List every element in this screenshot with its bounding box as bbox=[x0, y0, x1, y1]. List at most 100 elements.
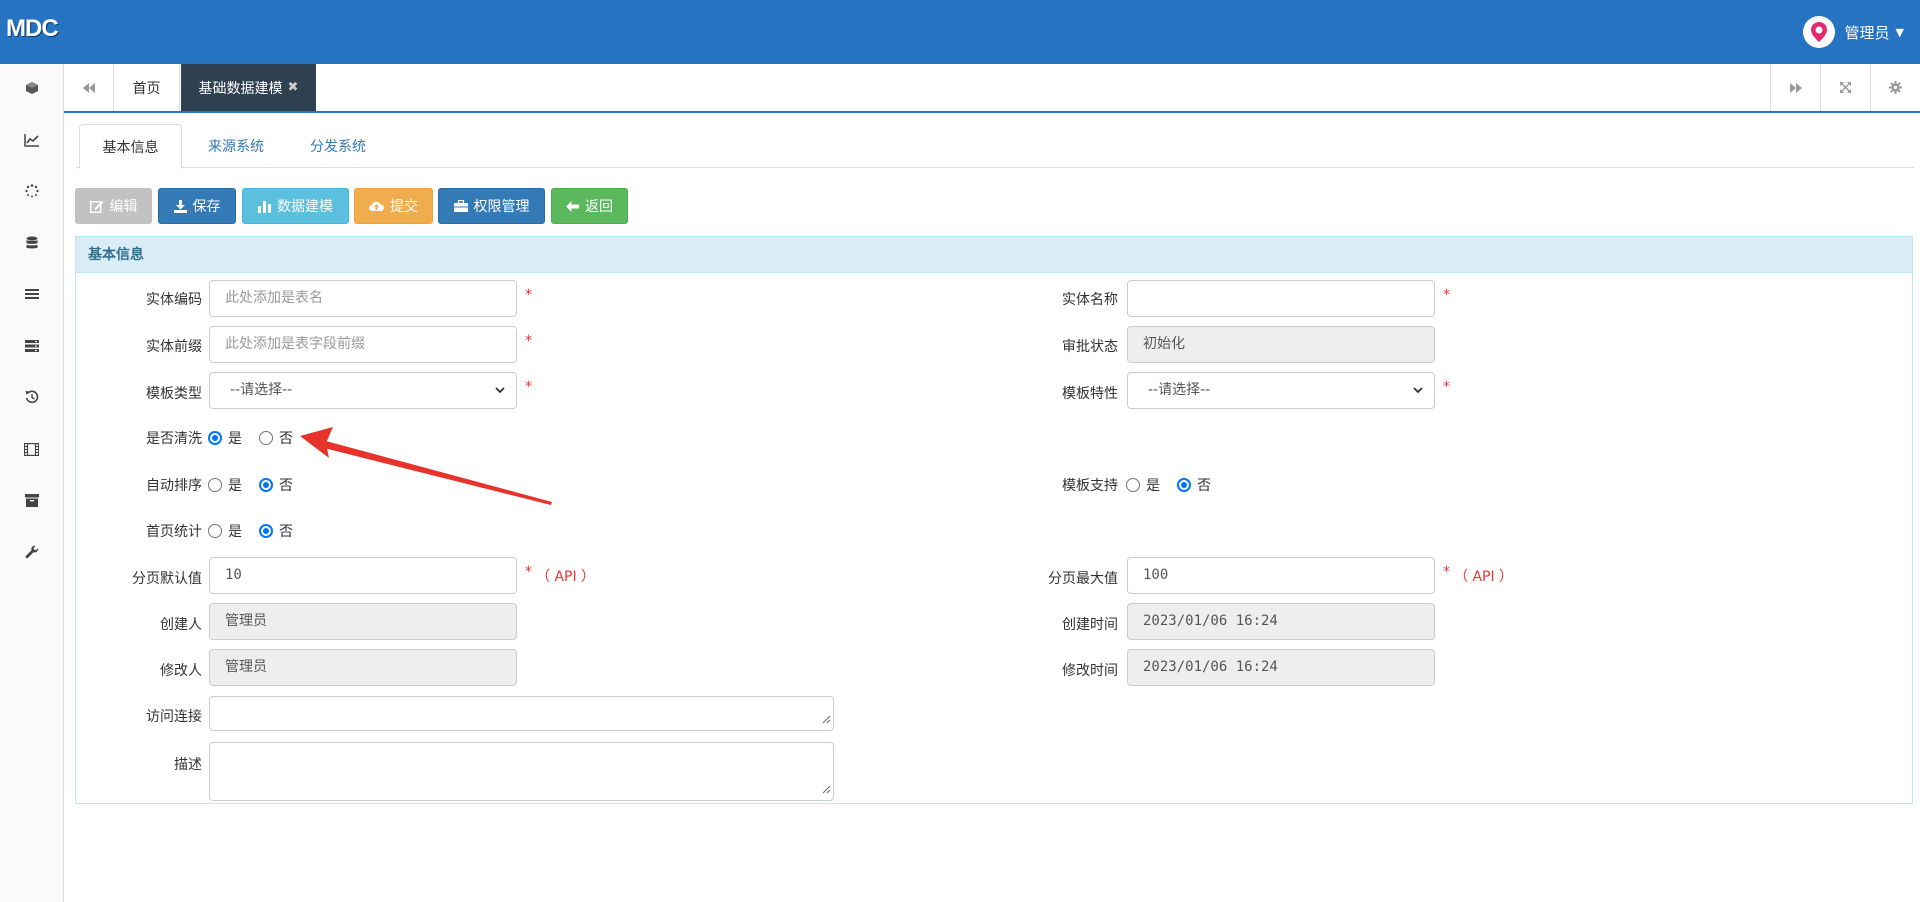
save-button[interactable]: 保存 bbox=[158, 188, 236, 224]
radio-selected[interactable] bbox=[259, 478, 273, 492]
tab-scroll-right-button[interactable] bbox=[1770, 64, 1820, 111]
auto-sort-yes-option[interactable]: 是 bbox=[208, 475, 242, 495]
film-icon bbox=[24, 442, 39, 456]
template-support-no-option[interactable]: 否 bbox=[1177, 475, 1211, 495]
radio-selected[interactable] bbox=[259, 524, 273, 538]
user-menu[interactable]: 管理员 ▼ bbox=[1802, 16, 1904, 48]
settings-button[interactable] bbox=[1870, 64, 1920, 111]
tab-basic-data-modeling[interactable]: 基础数据建模 ✖ bbox=[181, 64, 316, 111]
template-support-radio-group: 是 否 bbox=[1126, 475, 1228, 495]
tab-source-system[interactable]: 来源系统 bbox=[186, 124, 286, 168]
page-max-input[interactable]: 100 bbox=[1127, 557, 1435, 594]
sidebar-item-database[interactable] bbox=[0, 223, 63, 263]
sidebar-item-film[interactable] bbox=[0, 429, 63, 469]
template-support-yes-option[interactable]: 是 bbox=[1126, 475, 1160, 495]
tab-basic-info[interactable]: 基本信息 bbox=[79, 124, 182, 169]
template-type-select[interactable]: --请选择-- bbox=[209, 372, 517, 409]
backward-icon bbox=[82, 82, 95, 93]
arrow-left-icon bbox=[566, 200, 579, 212]
home-stats-no-option[interactable]: 否 bbox=[259, 521, 293, 541]
sidebar-item-list[interactable] bbox=[0, 274, 63, 314]
cleanse-no-option[interactable]: 否 bbox=[259, 428, 293, 448]
avatar bbox=[1802, 16, 1835, 48]
home-stats-radio-group: 是 否 bbox=[208, 521, 310, 541]
template-feature-label: 模板特性 bbox=[1062, 386, 1118, 402]
modifier-field: 管理员 bbox=[209, 649, 517, 686]
tab-label: 基础数据建模 bbox=[198, 80, 283, 97]
sidebar-item-wrench[interactable] bbox=[0, 532, 63, 572]
home-stats-label: 首页统计 bbox=[146, 524, 202, 540]
list-icon bbox=[24, 289, 39, 299]
creator-field: 管理员 bbox=[209, 603, 517, 640]
permission-button[interactable]: 权限管理 bbox=[438, 188, 545, 224]
template-type-label: 模板类型 bbox=[146, 386, 202, 402]
sidebar-item-chart[interactable] bbox=[0, 120, 63, 160]
entity-prefix-input[interactable]: 此处添加是表字段前缀 bbox=[209, 326, 517, 363]
home-stats-yes-option[interactable]: 是 bbox=[208, 521, 242, 541]
sidebar-item-spinner[interactable] bbox=[0, 171, 63, 211]
sidebar-item-cube[interactable] bbox=[0, 68, 63, 108]
auto-sort-radio-group: 是 否 bbox=[208, 475, 310, 495]
entity-code-label: 实体编码 bbox=[146, 292, 202, 308]
entity-name-input[interactable] bbox=[1127, 280, 1435, 317]
radio-selected[interactable] bbox=[1177, 478, 1191, 492]
tab-distribution-system[interactable]: 分发系统 bbox=[288, 124, 388, 168]
radio-unselected[interactable] bbox=[1126, 478, 1140, 492]
modified-time-label: 修改时间 bbox=[1062, 663, 1118, 679]
sidebar bbox=[0, 64, 64, 902]
edit-icon bbox=[89, 200, 103, 213]
spinner-icon bbox=[24, 184, 39, 198]
archive-icon bbox=[24, 493, 39, 507]
entity-code-input[interactable]: 此处添加是表名 bbox=[209, 280, 517, 317]
resize-grip-icon[interactable] bbox=[822, 712, 831, 728]
app-logo[interactable]: MDC bbox=[6, 15, 59, 43]
created-time-field: 2023/01/06 16:24 bbox=[1127, 603, 1435, 640]
approval-status-label: 审批状态 bbox=[1062, 339, 1118, 355]
required-mark: * bbox=[525, 564, 532, 580]
auto-sort-no-option[interactable]: 否 bbox=[259, 475, 293, 495]
access-link-textarea[interactable] bbox=[209, 696, 834, 731]
history-icon bbox=[25, 390, 38, 404]
close-icon[interactable]: ✖ bbox=[288, 80, 299, 95]
radio-selected[interactable] bbox=[208, 431, 222, 445]
template-feature-select[interactable]: --请选择-- bbox=[1127, 372, 1435, 409]
entity-prefix-label: 实体前缀 bbox=[146, 339, 202, 355]
page-default-label: 分页默认值 bbox=[132, 571, 202, 587]
data-modeling-button[interactable]: 数据建模 bbox=[242, 188, 349, 224]
edit-button[interactable]: 编辑 bbox=[75, 188, 152, 224]
sidebar-item-history[interactable] bbox=[0, 377, 63, 417]
required-mark: * bbox=[525, 333, 532, 349]
description-label: 描述 bbox=[174, 757, 202, 773]
radio-unselected[interactable] bbox=[208, 478, 222, 492]
chevron-down-icon bbox=[1412, 373, 1424, 422]
modified-time-field: 2023/01/06 16:24 bbox=[1127, 649, 1435, 686]
tab-home[interactable]: 首页 bbox=[114, 64, 180, 111]
page-default-input[interactable]: 10 bbox=[209, 557, 517, 594]
required-mark: * bbox=[1443, 379, 1450, 395]
back-button[interactable]: 返回 bbox=[551, 188, 628, 224]
forward-icon bbox=[1789, 82, 1802, 93]
resize-grip-icon[interactable] bbox=[822, 782, 831, 798]
page-max-label: 分页最大值 bbox=[1048, 571, 1118, 587]
cleanse-radio-group: 是 否 bbox=[208, 428, 310, 448]
required-mark: * bbox=[1443, 287, 1450, 303]
required-mark: * bbox=[525, 287, 532, 303]
submit-button[interactable]: 提交 bbox=[354, 188, 433, 224]
required-mark: * bbox=[1443, 564, 1450, 580]
cleanse-yes-option[interactable]: 是 bbox=[208, 428, 242, 448]
line-chart-icon bbox=[23, 134, 39, 147]
sidebar-item-archive[interactable] bbox=[0, 480, 63, 520]
map-pin-icon bbox=[1810, 22, 1827, 42]
radio-unselected[interactable] bbox=[259, 431, 273, 445]
page-tabs: 基本信息 来源系统 分发系统 bbox=[76, 124, 1914, 169]
template-support-label: 模板支持 bbox=[1062, 478, 1118, 494]
expand-icon bbox=[1840, 82, 1851, 93]
description-textarea[interactable] bbox=[209, 742, 834, 801]
cube-icon bbox=[25, 82, 38, 94]
tab-scroll-left-button[interactable] bbox=[64, 64, 114, 111]
fullscreen-button[interactable] bbox=[1820, 64, 1870, 111]
radio-unselected[interactable] bbox=[208, 524, 222, 538]
sidebar-item-server[interactable] bbox=[0, 326, 63, 366]
creator-label: 创建人 bbox=[160, 617, 202, 633]
modifier-label: 修改人 bbox=[160, 663, 202, 679]
